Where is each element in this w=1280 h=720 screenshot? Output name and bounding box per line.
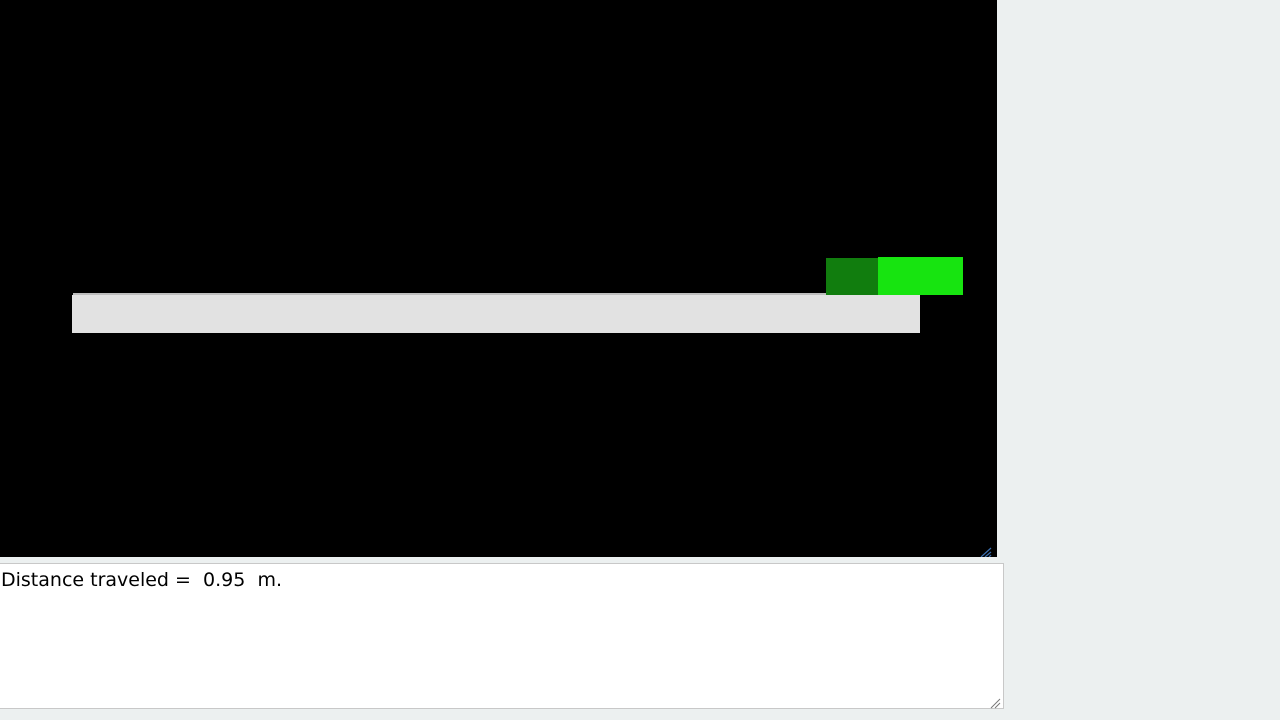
resize-grip-icon[interactable] bbox=[989, 694, 1001, 709]
page: Distance traveled = 0.95 m. bbox=[0, 0, 1280, 720]
distance-value: 0.95 bbox=[203, 569, 246, 591]
block-side-face bbox=[826, 258, 878, 295]
resize-grip-icon[interactable] bbox=[978, 543, 992, 557]
distance-readout: Distance traveled = 0.95 m. bbox=[1, 568, 282, 592]
distance-unit: m. bbox=[257, 569, 283, 591]
sliding-block bbox=[878, 257, 963, 295]
platform bbox=[72, 295, 920, 333]
distance-label: Distance traveled = bbox=[1, 569, 191, 591]
output-textarea[interactable]: Distance traveled = 0.95 m. bbox=[0, 563, 1004, 709]
simulation-canvas[interactable] bbox=[0, 0, 997, 557]
